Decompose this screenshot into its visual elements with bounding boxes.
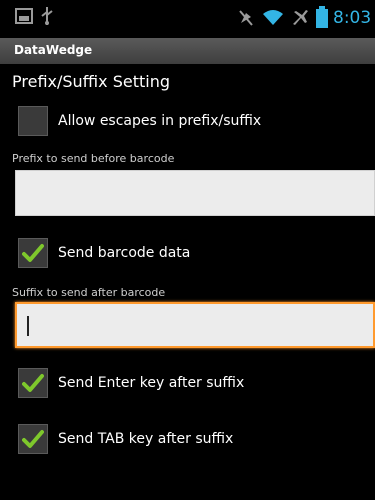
usb-icon bbox=[40, 6, 54, 30]
prefix-input[interactable] bbox=[16, 171, 374, 215]
battery-icon bbox=[316, 6, 328, 32]
wifi-icon bbox=[262, 8, 284, 30]
checkmark-icon bbox=[22, 430, 44, 448]
allow-escapes-checkbox[interactable] bbox=[18, 106, 48, 136]
send-barcode-label[interactable]: Send barcode data bbox=[58, 245, 190, 261]
send-enter-checkbox[interactable] bbox=[18, 368, 48, 398]
text-caret bbox=[27, 316, 29, 336]
suffix-label: Suffix to send after barcode bbox=[12, 286, 166, 299]
suffix-field[interactable] bbox=[15, 302, 375, 348]
prefix-field[interactable] bbox=[15, 170, 375, 216]
airplane-icon bbox=[291, 8, 309, 30]
send-tab-label[interactable]: Send TAB key after suffix bbox=[58, 431, 233, 447]
send-tab-checkbox[interactable] bbox=[18, 424, 48, 454]
page-title: Prefix/Suffix Setting bbox=[12, 72, 170, 91]
allow-escapes-label[interactable]: Allow escapes in prefix/suffix bbox=[58, 113, 261, 129]
send-barcode-checkbox[interactable] bbox=[18, 238, 48, 268]
checkmark-icon bbox=[22, 244, 44, 262]
app-title: DataWedge bbox=[14, 43, 93, 57]
picture-icon bbox=[15, 8, 33, 28]
clock: 8:03 bbox=[333, 8, 372, 28]
checkmark-icon bbox=[22, 374, 44, 392]
prefix-label: Prefix to send before barcode bbox=[12, 152, 175, 165]
status-bar: 8:03 bbox=[0, 0, 375, 38]
app-title-bar: DataWedge bbox=[0, 38, 375, 64]
mute-icon bbox=[238, 9, 254, 31]
send-enter-label[interactable]: Send Enter key after suffix bbox=[58, 375, 244, 391]
